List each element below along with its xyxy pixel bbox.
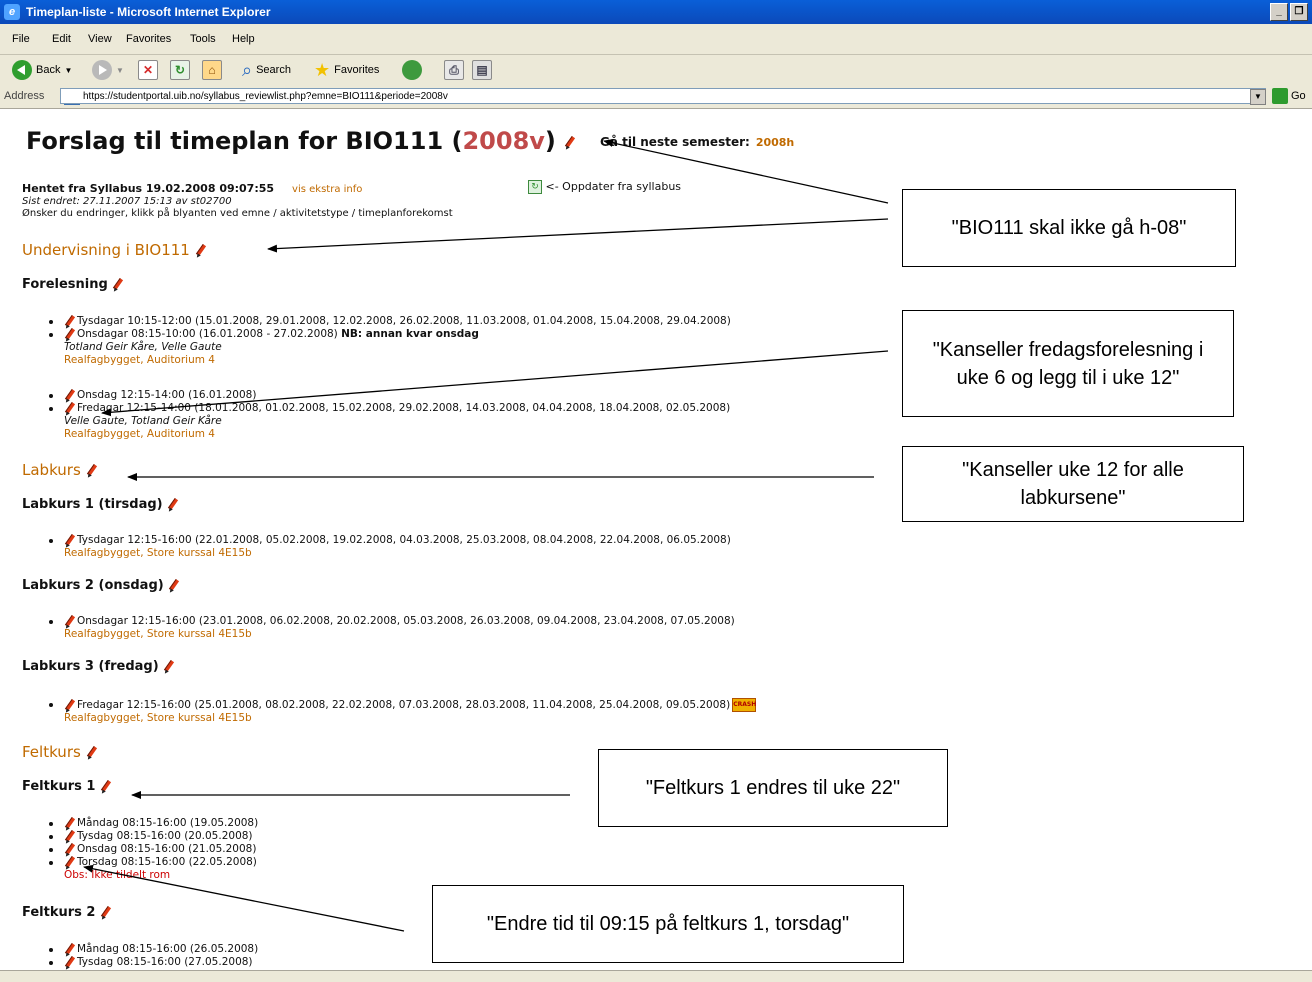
forward-button[interactable]: ▼ — [92, 59, 124, 81]
menu-tools[interactable]: Tools — [190, 33, 216, 45]
menu-bar: File Edit View Favorites Tools Help — [0, 24, 1312, 55]
address-label: Address — [4, 90, 45, 102]
menu-view[interactable]: View — [88, 33, 112, 45]
history-icon[interactable] — [402, 60, 422, 80]
home-icon[interactable]: ⌂ — [202, 60, 222, 80]
address-input[interactable]: https://studentportal.uib.no/syllabus_re… — [60, 88, 1266, 104]
menu-file[interactable]: File — [12, 33, 30, 45]
back-arrow-icon — [12, 60, 32, 80]
back-label: Back — [36, 64, 61, 76]
refresh-icon[interactable]: ↻ — [170, 60, 190, 80]
status-bar — [0, 970, 1312, 982]
favorites-button[interactable]: ★ Favorites — [314, 59, 379, 81]
menu-edit[interactable]: Edit — [52, 33, 71, 45]
star-icon: ★ — [314, 59, 331, 80]
search-button[interactable]: ⌕ Search — [242, 59, 291, 81]
back-button[interactable]: Back ▼ — [12, 59, 72, 81]
window-titlebar: e Timeplan-liste - Microsoft Internet Ex… — [0, 0, 1312, 24]
go-label: Go — [1291, 90, 1306, 102]
media-icon[interactable]: ▤ — [472, 60, 492, 80]
forward-dropdown-icon[interactable]: ▼ — [116, 66, 124, 75]
menu-favorites[interactable]: Favorites — [126, 33, 171, 45]
search-icon: ⌕ — [242, 59, 253, 80]
address-dropdown-icon[interactable]: ▼ — [1250, 89, 1266, 105]
go-button[interactable]: Go — [1272, 88, 1306, 104]
restore-button[interactable]: ❐ — [1290, 3, 1308, 21]
arrow-2 — [267, 218, 889, 253]
window-title: Timeplan-liste - Microsoft Internet Expl… — [26, 5, 271, 19]
ie-logo-icon: e — [4, 4, 20, 20]
browser-toolbar: Back ▼ ▼ ✕ ↻ ⌂ ⌕ Search ★ Favorites ⎙ ▤ — [0, 55, 1312, 87]
stop-icon[interactable]: ✕ — [138, 60, 158, 80]
address-bar: Address https://studentportal.uib.no/syl… — [0, 86, 1312, 109]
arrow-3 — [101, 350, 889, 417]
arrow-6 — [83, 864, 405, 932]
arrow-1 — [603, 139, 889, 204]
menu-help[interactable]: Help — [232, 33, 255, 45]
print-icon[interactable]: ⎙ — [444, 60, 464, 80]
annotation-arrows — [83, 139, 889, 932]
search-label: Search — [256, 64, 291, 76]
forward-arrow-icon — [92, 60, 112, 80]
page-content: Forslag til timeplan for BIO111 (2008v) … — [0, 109, 1312, 970]
go-arrow-icon — [1272, 88, 1288, 104]
back-dropdown-icon[interactable]: ▼ — [64, 66, 72, 75]
favorites-label: Favorites — [334, 64, 380, 76]
minimize-button[interactable]: _ — [1270, 3, 1288, 21]
